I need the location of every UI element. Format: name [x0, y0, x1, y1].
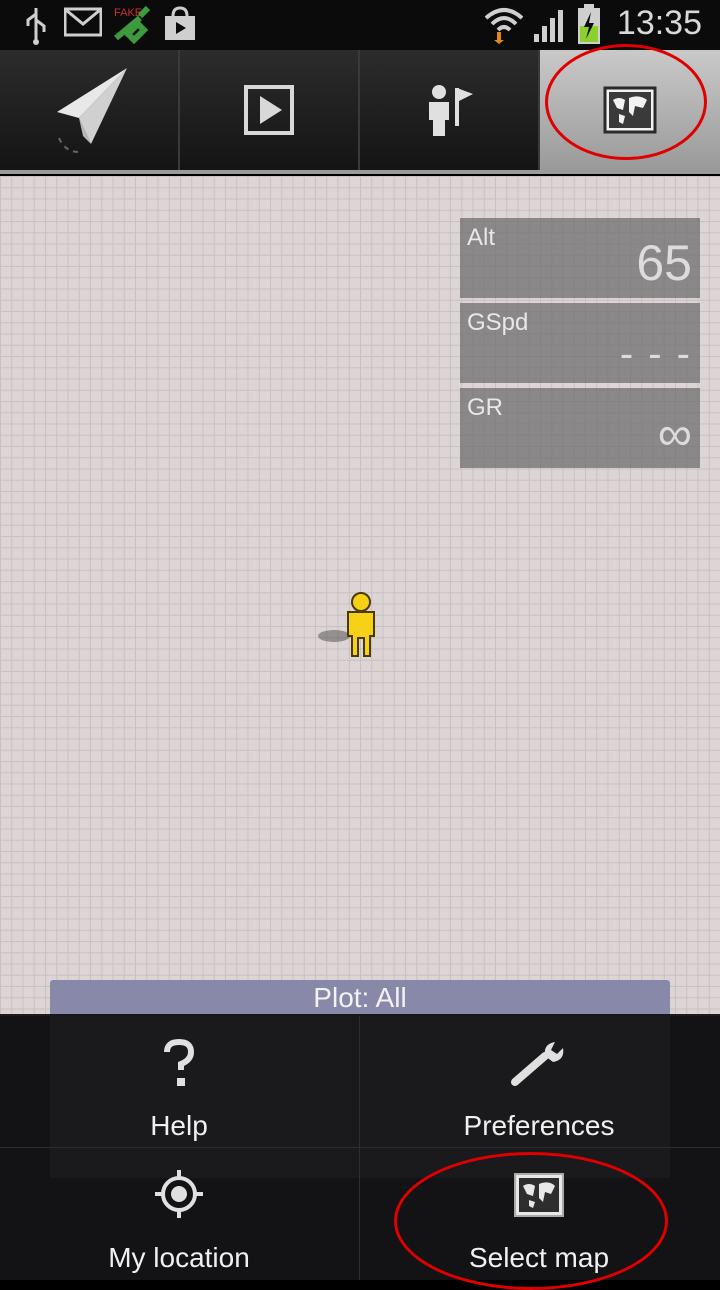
signal-icon [532, 8, 568, 47]
status-bar: FAKE 13:35 [0, 0, 720, 50]
menu-item-preferences[interactable]: Preferences [360, 1016, 718, 1148]
menu-item-label: Preferences [463, 1110, 615, 1141]
question-mark-icon [159, 1038, 199, 1095]
tab-jumpers[interactable] [360, 50, 540, 170]
stat-label: Alt [467, 224, 496, 251]
stat-value: ∞ [657, 408, 692, 461]
tab-underline [0, 170, 720, 174]
plot-filter-bar[interactable]: Plot: All [50, 980, 670, 1016]
annotation-circle-select-map [394, 1152, 668, 1290]
menu-item-help[interactable]: Help [0, 1016, 358, 1148]
fake-gps-icon: FAKE [110, 4, 154, 49]
menu-item-label: Help [150, 1110, 208, 1141]
clock: 13:35 [616, 4, 702, 42]
wrench-icon [509, 1038, 569, 1095]
battery-charging-icon [576, 4, 602, 51]
menu-item-label: My location [108, 1242, 250, 1273]
annotation-circle-map-tab [545, 44, 707, 160]
wifi-icon [484, 6, 524, 49]
crosshair-icon [153, 1168, 205, 1225]
person-flag-icon [429, 85, 473, 136]
usb-icon [22, 6, 50, 51]
gmail-icon [63, 6, 103, 43]
tab-flight[interactable] [0, 50, 180, 170]
menu-item-my-location[interactable]: My location [0, 1148, 358, 1280]
play-icon [244, 85, 294, 135]
stat-label: GSpd [467, 309, 529, 336]
pegman-icon[interactable] [318, 590, 382, 667]
paper-plane-icon [57, 68, 127, 153]
stat-ground-speed: GSpd - - - [460, 303, 700, 383]
stat-value: - - - [619, 332, 692, 376]
tab-playback[interactable] [180, 50, 360, 170]
stat-glide-ratio: GR ∞ [460, 388, 700, 468]
play-store-icon [162, 6, 198, 47]
stat-value: 65 [636, 235, 692, 291]
stat-altitude: Alt 65 [460, 218, 700, 298]
stat-label: GR [467, 394, 503, 421]
